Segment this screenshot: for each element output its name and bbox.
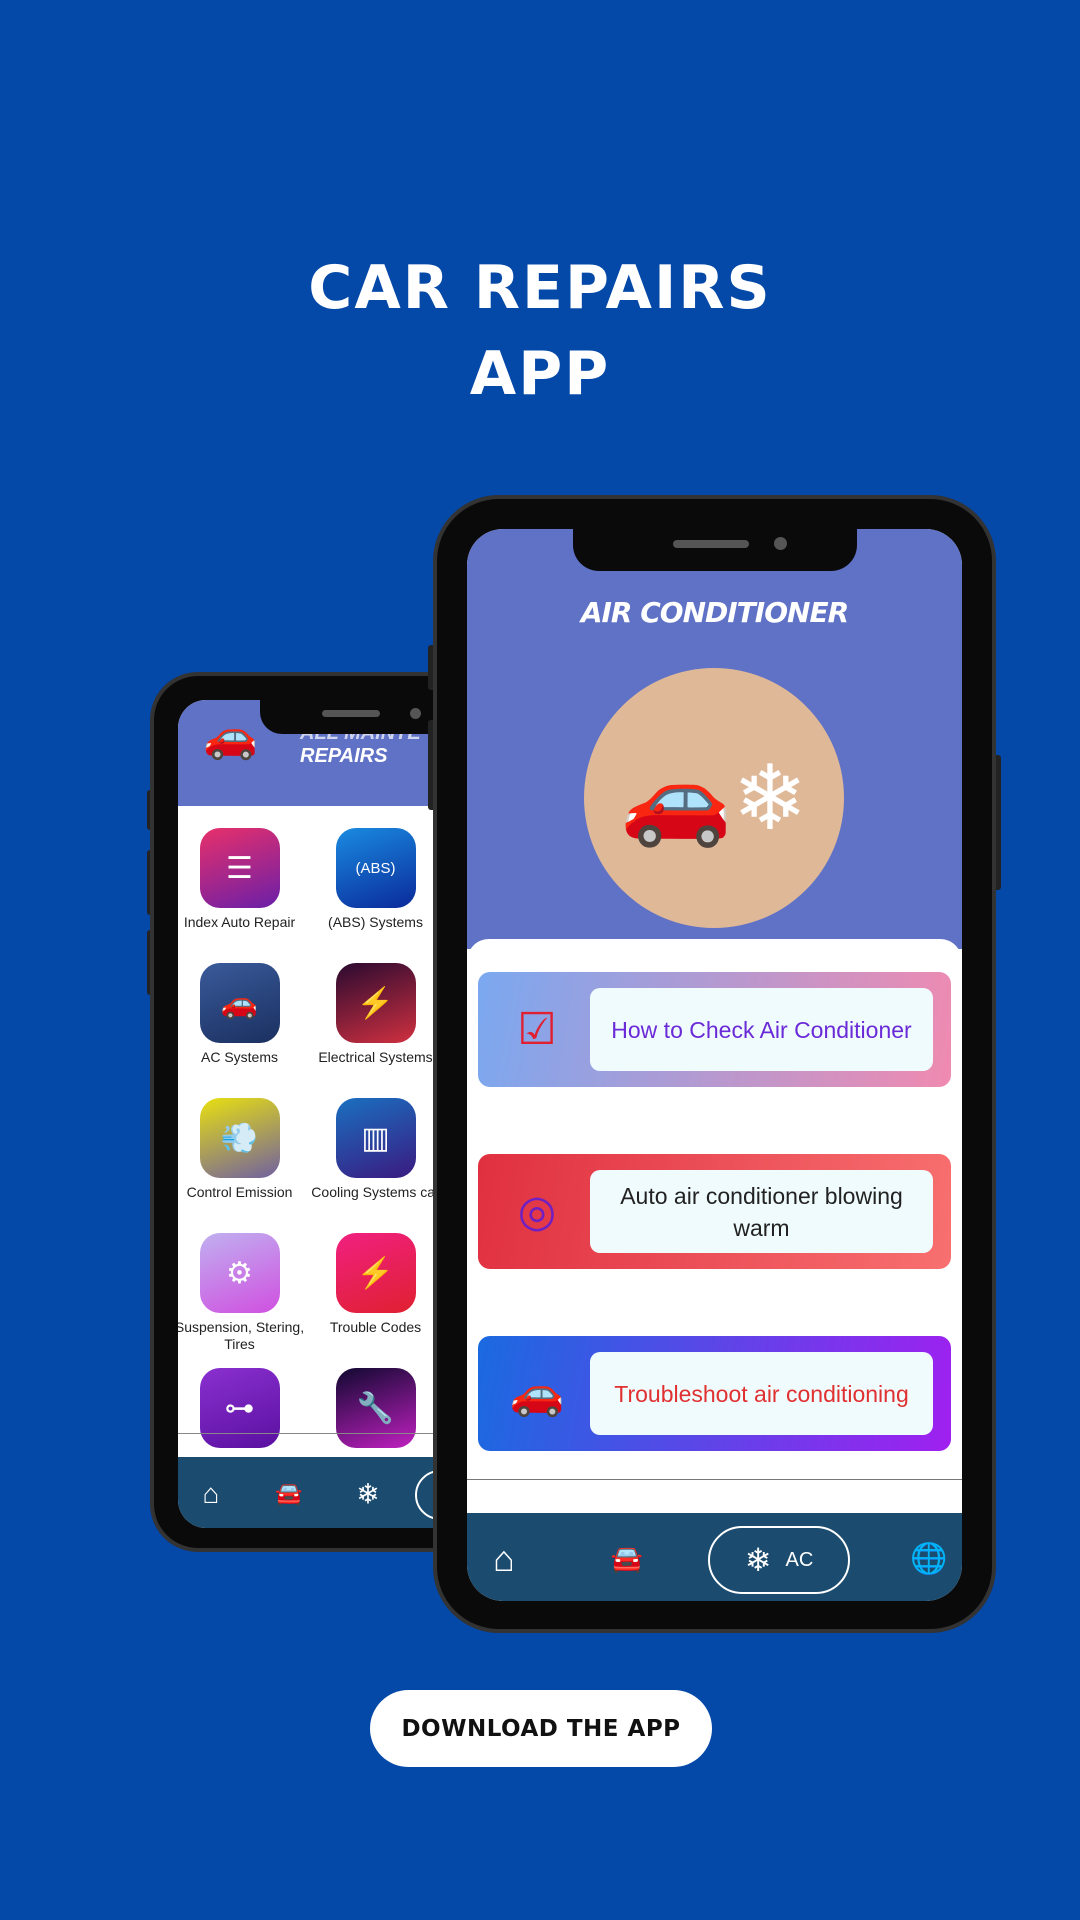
globe-icon[interactable]: 🌐 [910, 1542, 947, 1577]
radiator-icon: ▥ [335, 1098, 416, 1178]
home-icon[interactable]: ⌂ [493, 1538, 515, 1580]
category-tile[interactable]: 🔧 [308, 1368, 443, 1454]
category-tile[interactable]: ⚡ Trouble Codes [308, 1233, 443, 1336]
car-snow-icon: 🚗 [199, 963, 280, 1043]
front-phone: AIR CONDITIONER 🚗❄ ☑ How to Check Air Con… [433, 495, 996, 1633]
topic-card-label: How to Check Air Conditioner [590, 988, 933, 1071]
blower-icon: ◎ [517, 1186, 557, 1236]
snowflake-icon: ❄ [744, 1542, 772, 1578]
category-tile[interactable]: ⚙ Suspension, Stering, Tires [178, 1233, 307, 1353]
tile-label: (ABS) Systems [328, 914, 423, 930]
topic-card[interactable]: ◎ Auto air conditioner blowing warm [478, 1154, 951, 1269]
topic-card[interactable]: ☑ How to Check Air Conditioner [478, 972, 951, 1087]
abs-icon: (ABS) [335, 828, 416, 908]
lift-car-icon: 🚗 [203, 712, 258, 761]
exhaust-icon: 💨 [199, 1098, 280, 1178]
category-tile[interactable]: ⚡ Electrical Systems [308, 963, 443, 1066]
list-icon: ☰ [199, 828, 280, 908]
front-header-title: AIR CONDITIONER [580, 596, 849, 629]
category-tile[interactable]: (ABS) (ABS) Systems [308, 828, 443, 931]
topic-card[interactable]: 🚗 Troubleshoot air conditioning [478, 1336, 951, 1451]
ac-tab[interactable]: ❄ AC [708, 1526, 850, 1594]
divider [467, 1479, 962, 1480]
axle-icon: ⊶ [199, 1368, 280, 1448]
hero-circle: 🚗❄ [584, 668, 844, 928]
tile-label: Index Auto Repair [183, 914, 296, 930]
tile-label: Cooling Systems car [311, 1184, 440, 1200]
category-tile[interactable]: ⊶ [178, 1368, 307, 1454]
category-tile[interactable]: ☰ Index Auto Repair [178, 828, 307, 931]
engine-icon: ⚡ [335, 1233, 416, 1313]
front-phone-screen: AIR CONDITIONER 🚗❄ ☑ How to Check Air Con… [467, 529, 962, 1601]
category-tile[interactable]: 🚗 AC Systems [178, 963, 307, 1066]
tile-label: Trouble Codes [329, 1319, 422, 1335]
car-ac-icon: 🚗❄ [620, 748, 808, 849]
wrench-icon: 🔧 [335, 1368, 416, 1448]
home-icon[interactable]: ⌂ [203, 1478, 220, 1510]
car-icon[interactable]: 🚘 [611, 1544, 643, 1575]
tile-label: Control Emission [186, 1184, 293, 1200]
electric-car-icon: ⚡ [335, 963, 416, 1043]
category-tile[interactable]: ▥ Cooling Systems car [308, 1098, 443, 1201]
divider [178, 1433, 468, 1434]
headline-line1: CAR REPAIRS [308, 253, 772, 323]
tile-label: AC Systems [200, 1049, 278, 1065]
headline: CAR REPAIRS APP [0, 245, 1080, 417]
back-phone-screen: 🚗 ALL MAINTE REPAIRS ☰Index Auto Repair(… [178, 700, 468, 1528]
ac-label: AC [785, 1548, 814, 1571]
car-icon[interactable]: 🚘 [275, 1481, 302, 1507]
snowflake-icon[interactable]: ❄ [356, 1478, 379, 1511]
suspension-icon: ⚙ [199, 1233, 280, 1313]
tile-label: Electrical Systems [318, 1049, 433, 1065]
tile-label: Suspension, Stering, Tires [178, 1319, 305, 1352]
category-tile[interactable]: 💨 Control Emission [178, 1098, 307, 1201]
download-app-button[interactable]: DOWNLOAD THE APP [370, 1690, 712, 1767]
notch [573, 529, 857, 571]
headline-line2: APP [469, 339, 611, 409]
check-car-snow-icon: ☑ [517, 1004, 557, 1054]
topic-card-label: Troubleshoot air conditioning [590, 1352, 933, 1435]
car-diagnostic-icon: 🚗 [509, 1369, 565, 1418]
topic-card-label: Auto air conditioner blowing warm [590, 1170, 933, 1253]
